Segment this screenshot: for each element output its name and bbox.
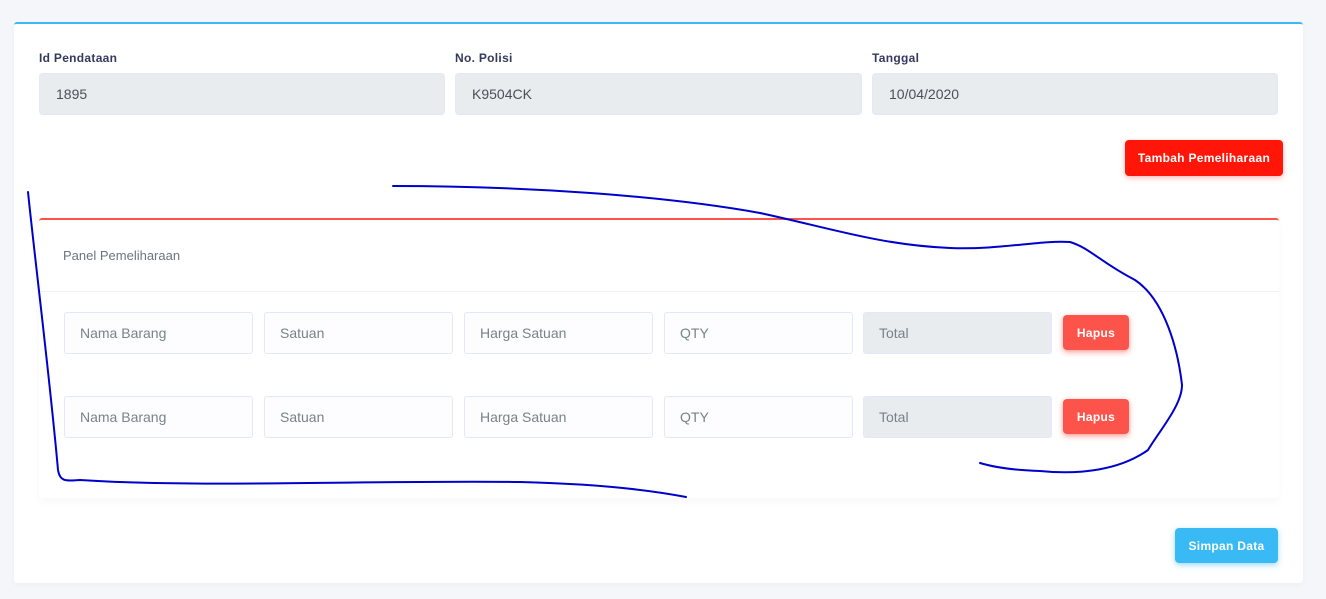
no-polisi-field[interactable]: K9504CK [455,73,862,115]
total-field: Total [863,312,1052,354]
panel-title: Panel Pemeliharaan [63,248,181,263]
tanggal-field[interactable]: 10/04/2020 [872,73,1278,115]
total-field: Total [863,396,1052,438]
id-pendataan-field[interactable]: 1895 [39,73,445,115]
simpan-data-button[interactable]: Simpan Data [1175,528,1278,563]
qty-input[interactable]: QTY [664,312,853,354]
harga-satuan-input[interactable]: Harga Satuan [464,312,653,354]
tambah-pemeliharaan-button[interactable]: Tambah Pemeliharaan [1125,140,1283,176]
nama-barang-input[interactable]: Nama Barang [64,396,253,438]
satuan-input[interactable]: Satuan [264,312,453,354]
id-pendataan-label: Id Pendataan [39,51,118,65]
harga-satuan-input[interactable]: Harga Satuan [464,396,653,438]
panel-header: Panel Pemeliharaan [39,220,1279,292]
no-polisi-label: No. Polisi [455,51,513,65]
hapus-button[interactable]: Hapus [1063,399,1129,434]
tanggal-label: Tanggal [872,51,920,65]
form-card: Id Pendataan 1895 No. Polisi K9504CK Tan… [14,22,1303,583]
nama-barang-input[interactable]: Nama Barang [64,312,253,354]
satuan-input[interactable]: Satuan [264,396,453,438]
panel-pemeliharaan: Panel Pemeliharaan Nama Barang Satuan Ha… [39,218,1279,498]
qty-input[interactable]: QTY [664,396,853,438]
hapus-button[interactable]: Hapus [1063,315,1129,350]
